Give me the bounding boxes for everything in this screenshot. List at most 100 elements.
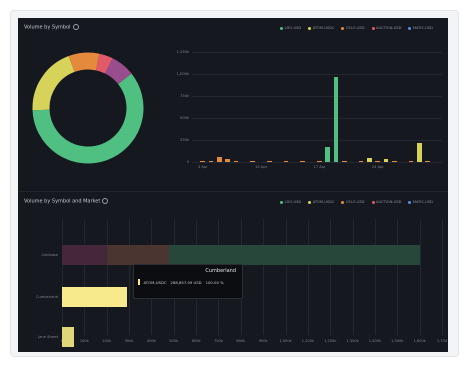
bar[interactable]	[392, 161, 397, 162]
x-tick-label: 3 Apr	[198, 165, 208, 169]
gridline	[106, 219, 108, 335]
legend-label: ATOM-USDC	[312, 200, 335, 204]
category-label: Cumberland	[35, 294, 58, 299]
bar[interactable]	[325, 146, 330, 162]
bar[interactable]	[300, 161, 305, 162]
y-tick-label: 750k	[180, 93, 189, 98]
bar[interactable]	[250, 161, 255, 162]
gridline	[374, 219, 376, 335]
bar[interactable]	[383, 159, 389, 162]
y-tick-label: 1,250k	[176, 49, 189, 54]
category-label: Jane Street	[38, 334, 58, 339]
x-tick-label: 300k	[124, 339, 134, 343]
legend-item[interactable]: ATOM-USDC	[308, 26, 334, 30]
legend-item[interactable]: AUCTION-USD	[371, 26, 401, 30]
tooltip-title: Cumberland	[205, 268, 236, 274]
gridline	[419, 219, 421, 335]
x-tick-label: 10 Apr	[255, 165, 268, 169]
x-tick-label: 1,700	[436, 339, 448, 343]
bar-segment-atom-usdc[interactable]	[62, 327, 75, 347]
bar[interactable]	[367, 157, 372, 162]
legend-swatch	[308, 200, 312, 204]
gridline	[192, 74, 442, 75]
y-tick-label: 0	[186, 159, 189, 164]
legend-label: CELO-USD	[345, 26, 365, 30]
legend-item[interactable]: CELO-USD	[341, 26, 365, 30]
gridline	[192, 118, 442, 119]
gridline	[330, 219, 332, 335]
bar[interactable]	[225, 159, 230, 162]
bar[interactable]	[333, 76, 339, 162]
legend-label: LDO-USD	[284, 26, 302, 30]
tooltip-percent: 100.00 %	[205, 279, 224, 285]
legend-label: AUCTION-USD	[376, 200, 402, 204]
legend-top: LDO-USD ATOM-USDC CELO-USD AUCTION-USD MATIC…	[280, 26, 433, 30]
bar[interactable]	[417, 142, 422, 162]
donut-slice-auction-usd[interactable]	[95, 53, 113, 74]
gridline	[192, 162, 442, 163]
bar[interactable]	[233, 161, 239, 162]
bar[interactable]	[358, 161, 364, 162]
legend-item[interactable]: LDO-USD	[280, 200, 301, 204]
bar[interactable]	[267, 161, 272, 162]
x-tick-label: 1,600k	[413, 339, 426, 343]
legend-item[interactable]: AUCTION-USD	[371, 200, 402, 204]
legend-swatch	[408, 200, 412, 204]
bar[interactable]	[283, 161, 289, 162]
bar[interactable]	[217, 156, 222, 162]
bar-segment-celo-usd[interactable]	[106, 245, 170, 265]
gridline	[285, 219, 287, 335]
legend-swatch	[341, 200, 345, 204]
legend-swatch	[308, 26, 312, 30]
legend-item[interactable]: MATIC-USD	[408, 200, 433, 204]
x-tick-label: 600k	[191, 339, 201, 343]
info-icon[interactable]	[72, 24, 79, 30]
bar-segment-atom-usdc[interactable]	[62, 287, 127, 307]
bar[interactable]	[408, 161, 414, 162]
panel-title-text: Volume by Symbol	[24, 24, 71, 31]
legend-label: ATOM-USDC	[312, 26, 335, 30]
donut-hole	[50, 70, 126, 146]
x-tick-label: 100k	[79, 339, 89, 343]
legend-item[interactable]: ATOM-USDC	[308, 200, 334, 204]
x-tick-label: 24 Apr	[371, 165, 384, 169]
x-tick-label: 1,200k	[324, 339, 337, 343]
category-label: Coinbase	[41, 252, 58, 257]
y-tick-label: 250k	[180, 137, 189, 142]
bar-segment-auction-usd[interactable]	[62, 245, 107, 265]
legend-swatch	[280, 200, 283, 204]
dashboard: Volume by Symbol LDO-USD ATOM-USDC CELO-US…	[18, 18, 448, 352]
donut-slice-celo-usd[interactable]	[68, 52, 100, 73]
legend-swatch	[408, 26, 412, 30]
legend-item[interactable]: LDO-USD	[280, 26, 301, 30]
y-tick-label: 1,000k	[176, 71, 189, 76]
donut-slice-matic-usd[interactable]	[104, 58, 132, 85]
legend-swatch	[341, 26, 345, 30]
gridline	[307, 219, 309, 335]
tooltip-symbol: ATOM-USDC	[143, 279, 167, 285]
bar-chart: 0 250k 500k 750k 1,000k 1,250k 3 Apr 10 Apr 17 A…	[166, 48, 444, 170]
gridline	[263, 219, 265, 335]
bar[interactable]	[208, 161, 214, 162]
panel-divider	[18, 191, 448, 192]
x-tick-label: 1,500k	[391, 339, 404, 343]
gridline	[192, 96, 442, 97]
bar[interactable]	[317, 161, 322, 162]
legend-label: CELO-USD	[345, 200, 365, 204]
bar[interactable]	[200, 161, 205, 162]
donut-chart	[32, 52, 144, 164]
x-tick-label: 700k	[213, 339, 223, 343]
bar-segment-ldo-usd[interactable]	[169, 245, 420, 265]
x-tick-label: 800k	[236, 339, 246, 343]
gridline	[62, 219, 63, 335]
bar[interactable]	[425, 161, 430, 162]
gridline	[129, 219, 131, 335]
gridline	[352, 219, 354, 335]
legend-label: LDO-USD	[284, 200, 302, 204]
bar[interactable]	[375, 161, 380, 162]
tooltip-row: ATOM-USDC 288,857.09 USD 100.00 %	[138, 279, 224, 285]
info-icon[interactable]	[102, 198, 109, 204]
bar[interactable]	[342, 161, 347, 162]
legend-item[interactable]: MATIC-USD	[408, 26, 433, 30]
legend-item[interactable]: CELO-USD	[341, 200, 365, 204]
